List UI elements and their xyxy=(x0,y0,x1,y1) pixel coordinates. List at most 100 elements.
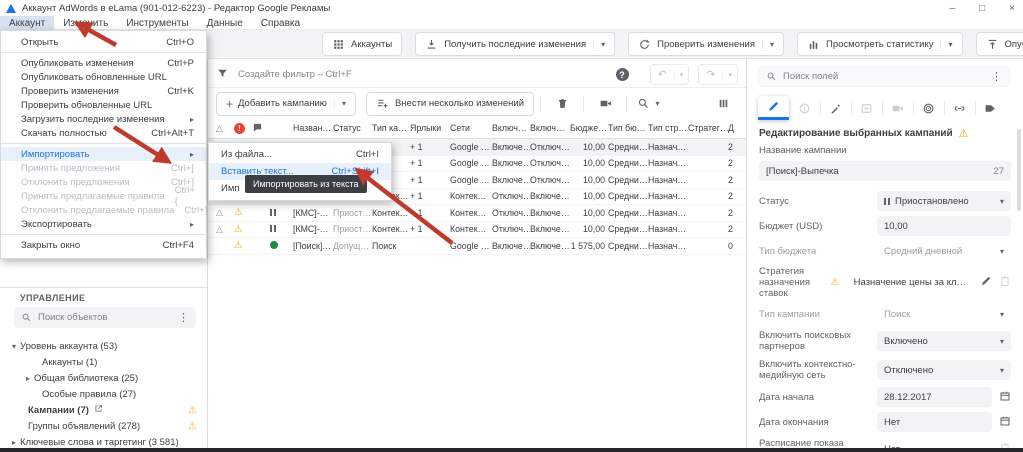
redo-button-group[interactable]: ↷ xyxy=(698,64,738,85)
undo-icon[interactable]: ↶ xyxy=(651,68,674,81)
comments-column-icon[interactable] xyxy=(252,125,263,135)
tree-item[interactable]: Особые правила (27) xyxy=(0,386,207,402)
search-button[interactable] xyxy=(633,92,663,115)
errors-column-icon[interactable]: ! xyxy=(234,123,245,134)
caret-down-icon[interactable] xyxy=(1000,197,1004,206)
tree-item[interactable]: Уровень аккаунта (53) xyxy=(0,338,207,354)
menubar-item[interactable]: Данные xyxy=(198,16,252,30)
caret-down-icon[interactable] xyxy=(593,40,605,49)
submenu-item[interactable]: Из файла... Ctrl+I xyxy=(209,146,391,163)
toolbar-button[interactable]: Проверить изменения xyxy=(628,32,784,56)
edit-pencil-icon[interactable] xyxy=(980,275,992,290)
field-control[interactable]: Назначение цены за кл… xyxy=(847,273,973,293)
menu-item[interactable]: Закрыть окно Ctrl+F4 xyxy=(1,238,206,252)
field-control[interactable]: Средний дневной xyxy=(877,241,1011,261)
toolbar-button[interactable]: Получить последние изменения xyxy=(415,32,615,56)
column-header[interactable]: Тип ка… xyxy=(372,123,410,133)
menu-item[interactable]: Принять предложения Ctrl+[ xyxy=(1,161,206,175)
field-search[interactable]: Поиск полей ⋮ xyxy=(758,66,1010,87)
tree-item[interactable]: Кампании (7) ⚠ xyxy=(0,402,207,418)
column-header[interactable]: Ярлыки xyxy=(410,123,450,133)
column-header[interactable]: Стратег… xyxy=(688,123,728,133)
menu-item[interactable]: Принять предлагаемые правила Ctrl+{ xyxy=(1,189,206,203)
panel-tab[interactable] xyxy=(882,96,913,120)
panel-tab[interactable] xyxy=(789,96,820,120)
menu-item[interactable]: Открыть Ctrl+O xyxy=(1,35,206,49)
column-header[interactable]: Сети xyxy=(450,123,492,133)
menu-item[interactable]: Скачать полностью Ctrl+Alt+T xyxy=(1,126,206,140)
redo-icon[interactable]: ↷ xyxy=(699,68,722,81)
menubar-item[interactable]: Инструменты xyxy=(117,16,197,30)
field-control[interactable]: [Поиск]-Выпечка 27 xyxy=(759,161,1011,181)
close-button[interactable]: × xyxy=(1009,3,1015,14)
menu-item[interactable]: Опубликовать изменения Ctrl+P xyxy=(1,56,206,70)
panel-tab[interactable] xyxy=(851,96,882,120)
caret-down-icon[interactable] xyxy=(940,40,952,49)
caret-down-icon[interactable] xyxy=(334,99,346,108)
caret-down-icon[interactable] xyxy=(674,71,689,79)
issues-column-icon[interactable]: △ xyxy=(216,123,223,133)
delete-button[interactable] xyxy=(547,92,577,115)
panel-tab[interactable] xyxy=(944,96,975,120)
menu-item[interactable]: Отклонить предлагаемые правила Ctrl+} xyxy=(1,203,206,217)
column-header[interactable]: Д xyxy=(728,123,746,133)
toolbar-button[interactable]: Просмотреть статистику xyxy=(797,32,962,56)
panel-tab[interactable] xyxy=(758,96,789,120)
tree-item[interactable]: Общая библиотека (25) xyxy=(0,370,207,386)
help-icon[interactable]: ? xyxy=(616,68,629,81)
column-header[interactable]: Статус xyxy=(333,123,372,133)
external-link-icon[interactable] xyxy=(94,404,103,416)
columns-button[interactable] xyxy=(708,92,738,115)
menubar-item[interactable]: Изменить xyxy=(54,16,117,30)
panel-tab[interactable] xyxy=(820,96,851,120)
field-control[interactable]: Нет xyxy=(877,412,992,432)
caret-down-icon[interactable] xyxy=(1000,310,1004,319)
expand-arrow-icon[interactable] xyxy=(22,374,34,383)
column-header[interactable]: Тип бю… xyxy=(608,123,648,133)
menu-item[interactable]: Экспортировать xyxy=(1,217,206,231)
field-control[interactable]: 10,00 xyxy=(877,216,1011,236)
column-header[interactable]: Тип стр… xyxy=(648,123,688,133)
caret-down-icon[interactable] xyxy=(1000,247,1004,256)
caret-down-icon[interactable] xyxy=(762,40,774,49)
menubar-item[interactable]: Справка xyxy=(252,16,309,30)
menu-item[interactable]: Проверить изменения Ctrl+K xyxy=(1,84,206,98)
field-control[interactable]: Включено xyxy=(877,331,1011,351)
column-header[interactable]: Назван… xyxy=(293,123,333,133)
panel-scrollbar[interactable] xyxy=(1017,129,1021,211)
field-control[interactable]: 28.12.2017 xyxy=(877,387,992,407)
menu-item[interactable]: Опубликовать обновленные URL xyxy=(1,70,206,84)
expand-arrow-icon[interactable] xyxy=(8,438,20,447)
kebab-menu-icon[interactable]: ⋮ xyxy=(991,70,1002,83)
caret-down-icon[interactable] xyxy=(1000,366,1004,375)
menubar-item[interactable]: Аккаунт xyxy=(0,16,54,30)
column-header[interactable]: Включ… xyxy=(530,123,570,133)
undo-button-group[interactable]: ↶ xyxy=(650,64,690,85)
field-control[interactable]: Отключено xyxy=(877,360,1011,380)
panel-tab[interactable] xyxy=(913,96,944,120)
maximize-button[interactable]: □ xyxy=(979,3,985,14)
caret-down-icon[interactable] xyxy=(652,99,660,108)
column-header[interactable]: Бюдже… xyxy=(570,123,608,133)
menu-item[interactable]: Импортировать xyxy=(1,147,206,161)
table-row[interactable]: △ ⚠ [КМС]-… Приост… Контек… + 1 Контек… … xyxy=(208,205,746,222)
caret-down-icon[interactable] xyxy=(722,71,737,79)
minimize-button[interactable]: – xyxy=(950,3,956,14)
expand-arrow-icon[interactable] xyxy=(8,342,20,351)
tree-item[interactable]: Аккаунты (1) xyxy=(0,354,207,370)
tree-item[interactable]: Группы объявлений (278) ⚠ xyxy=(0,418,207,434)
panel-tab[interactable] xyxy=(975,96,1006,120)
calendar-icon[interactable] xyxy=(999,415,1011,430)
filter-bar[interactable]: Создайте фильтр – Ctrl+F ? ↶ ↷ xyxy=(208,62,746,88)
toolbar-button[interactable]: Аккаунты xyxy=(322,32,402,56)
toolbar-button[interactable]: Опубликовать xyxy=(976,32,1023,56)
field-control[interactable]: Поиск xyxy=(877,304,1011,324)
sidebar-search[interactable]: Поиск объектов ⋮ xyxy=(14,307,196,328)
table-row[interactable]: △ ⚠ [КМС]-… Приост… Контек… + 1 Контек… … xyxy=(208,222,746,239)
menu-item[interactable]: Проверить обновленные URL xyxy=(1,98,206,112)
menu-item[interactable]: Загрузить последние изменения xyxy=(1,112,206,126)
bulk-edit-button[interactable]: Внести несколько изменений xyxy=(366,92,534,116)
video-preview-button[interactable] xyxy=(590,92,620,115)
kebab-menu-icon[interactable]: ⋮ xyxy=(178,311,189,324)
field-control[interactable]: Приостановлено xyxy=(877,191,1011,211)
